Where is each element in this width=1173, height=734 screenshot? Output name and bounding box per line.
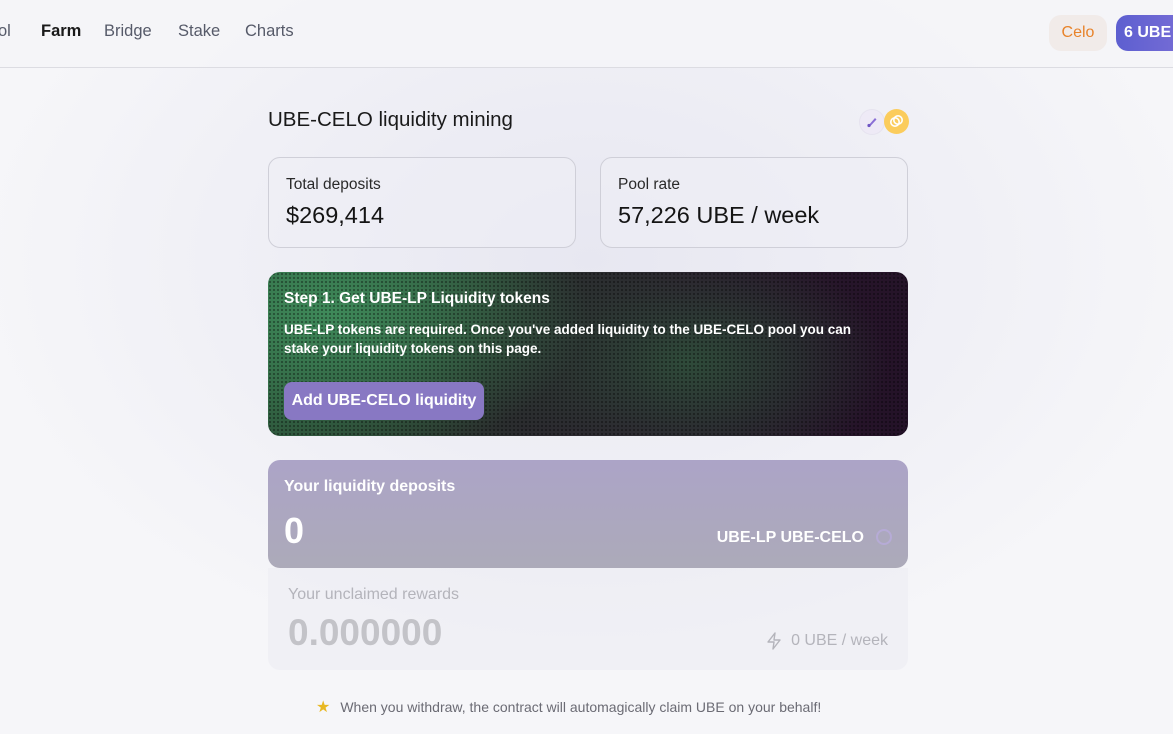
deposits-value: 0 [284, 510, 305, 551]
withdraw-note: ★ When you withdraw, the contract will a… [316, 697, 821, 717]
ube-balance-button[interactable]: 6 UBE [1116, 15, 1173, 51]
lightning-icon [767, 632, 781, 650]
celo-token-icon [884, 109, 909, 134]
ube-token-icon [860, 110, 884, 134]
nav-item-pool[interactable]: ol [0, 22, 11, 41]
nav-item-stake[interactable]: Stake [178, 22, 220, 41]
page-title: UBE-CELO liquidity mining [268, 108, 513, 131]
top-nav-bar: ol Farm Bridge Stake Charts Celo 6 UBE [0, 0, 1173, 68]
nav-item-bridge[interactable]: Bridge [104, 22, 152, 41]
rewards-label: Your unclaimed rewards [288, 586, 460, 603]
total-deposits-card: Total deposits $269,414 [268, 157, 576, 248]
network-button[interactable]: Celo [1049, 15, 1107, 51]
star-icon: ★ [316, 699, 331, 716]
total-deposits-value: $269,414 [286, 202, 385, 228]
lp-token-icon [876, 529, 892, 545]
total-deposits-label: Total deposits [286, 176, 381, 193]
rewards-rate: 0 UBE / week [765, 632, 888, 650]
banner-text: UBE-LP tokens are required. Once you've … [284, 322, 852, 356]
deposits-unit: UBE-LP UBE-CELO [716, 529, 864, 546]
rewards-rate-text: 0 UBE / week [791, 632, 888, 649]
add-liquidity-button[interactable]: Add UBE-CELO liquidity [284, 382, 484, 420]
pool-rate-value: 57,226 UBE / week [618, 202, 820, 228]
liquidity-deposits-card: Your liquidity deposits 0 UBE-LP UBE-CEL… [268, 460, 908, 568]
pool-rate-card: Pool rate 57,226 UBE / week [600, 157, 908, 248]
nav-item-charts[interactable]: Charts [245, 22, 294, 41]
banner-title: Step 1. Get UBE-LP Liquidity tokens [284, 290, 550, 307]
nav-item-farm[interactable]: Farm [41, 22, 81, 41]
rewards-value: 0.000000 [288, 612, 443, 653]
withdraw-note-text: When you withdraw, the contract will aut… [340, 699, 822, 715]
deposits-title: Your liquidity deposits [284, 478, 456, 495]
pool-rate-label: Pool rate [618, 176, 681, 193]
get-lp-tokens-banner: Step 1. Get UBE-LP Liquidity tokens UBE-… [268, 272, 908, 436]
unclaimed-rewards-card: Your unclaimed rewards 0.000000 0 UBE / … [268, 568, 908, 670]
